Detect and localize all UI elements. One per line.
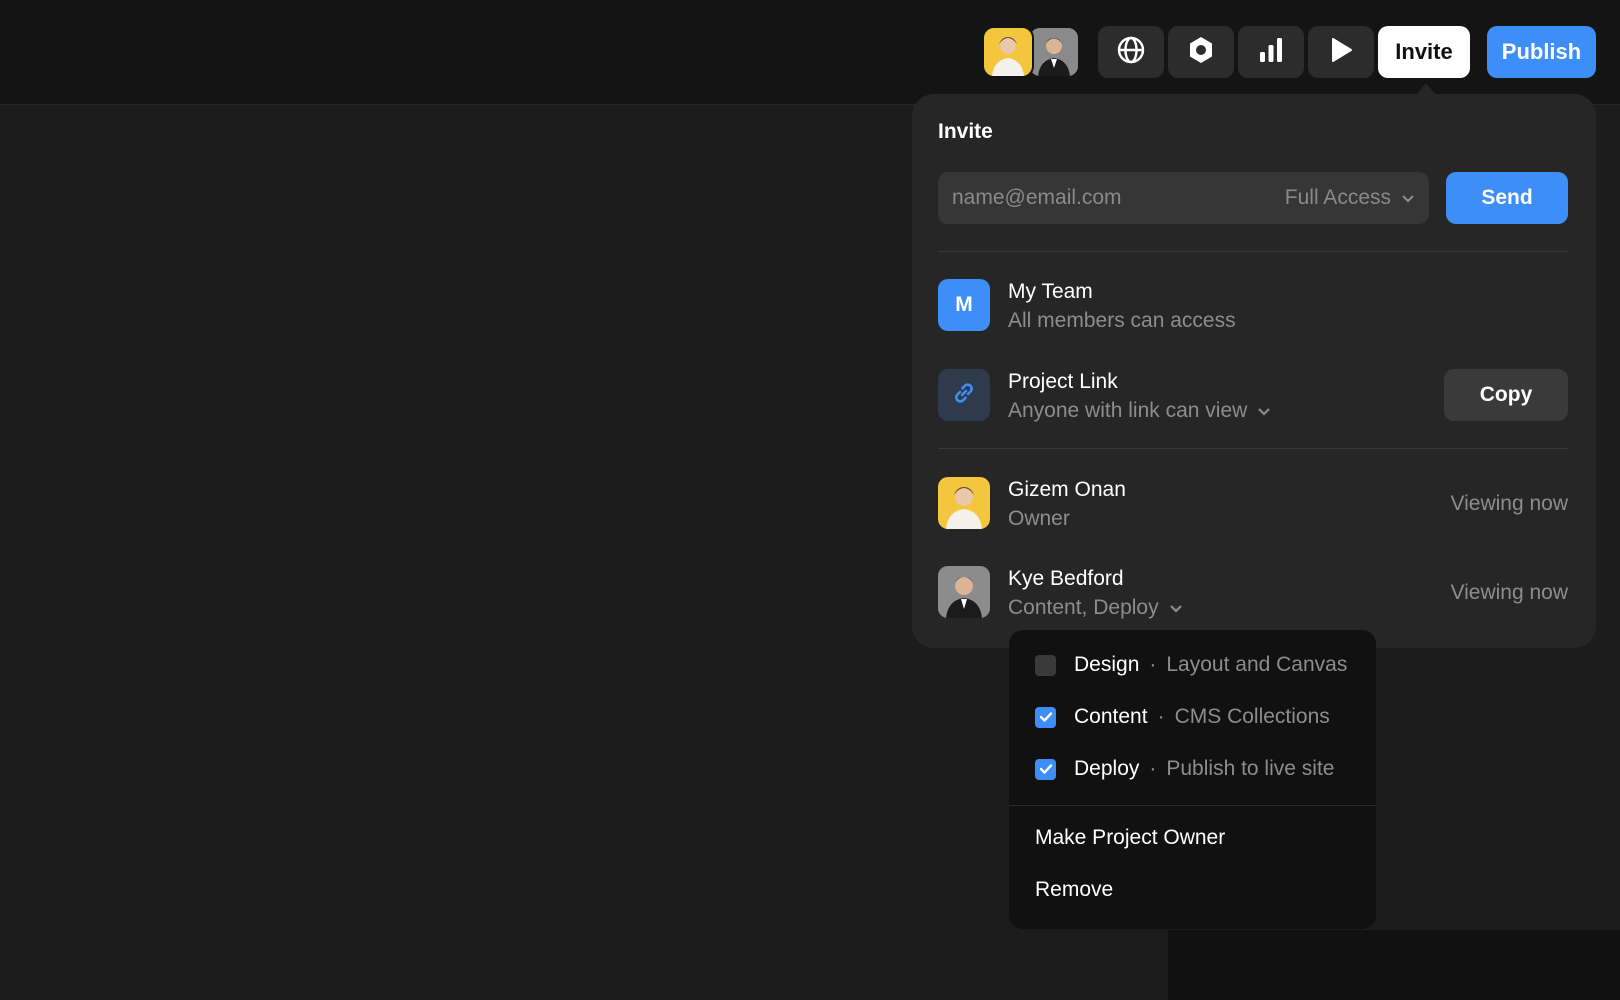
member-row: Kye Bedford Content, Deploy Viewing now [938,566,1568,620]
member-role: Owner [1008,507,1070,531]
avatar-gizem[interactable] [982,26,1034,78]
member-name: Gizem Onan [1008,478,1126,501]
team-avatar: M [938,279,990,331]
globe-button[interactable] [1098,26,1164,78]
link-permission-select[interactable]: Anyone with link can view [1008,399,1271,423]
team-description: All members can access [1008,309,1236,333]
access-level-select[interactable]: Full Access [1285,186,1415,210]
checkbox-checked[interactable] [1035,758,1056,780]
email-field[interactable] [952,186,1285,210]
popover-caret [1416,83,1436,95]
member-status: Viewing now [1450,492,1568,515]
team-row: M My Team All members can access [938,279,1568,333]
chevron-down-icon [1169,596,1183,620]
invite-input-group: Full Access [938,172,1429,224]
divider [938,251,1568,252]
member-status: Viewing now [1450,581,1568,604]
permission-separator: · [1157,705,1165,728]
background-panel [1168,930,1620,1000]
publish-button[interactable]: Publish [1487,26,1596,78]
link-permission-value: Anyone with link can view [1008,399,1248,422]
panel-title: Invite [938,120,993,143]
analytics-button[interactable] [1238,26,1304,78]
settings-button[interactable] [1168,26,1234,78]
member-role-select[interactable]: Content, Deploy [1008,596,1183,620]
member-role-text: Owner [1008,507,1070,530]
permission-label: Design [1074,653,1140,676]
permissions-menu: Design · Layout and Canvas Content · CMS… [1009,630,1376,929]
globe-icon [1116,35,1146,70]
access-level-value: Full Access [1284,186,1391,209]
send-button[interactable]: Send [1446,172,1568,224]
check-icon [1039,712,1052,722]
link-tile [938,369,990,421]
permission-label: Deploy [1074,757,1140,780]
project-link-row: Project Link Anyone with link can view C… [938,369,1568,423]
avatar [938,566,990,618]
check-icon [1039,764,1052,774]
permission-deploy[interactable]: Deploy · Publish to live site [1035,754,1334,784]
chevron-down-icon [1257,399,1271,423]
top-toolbar: Invite Publish [0,0,1620,105]
checkbox-unchecked[interactable] [1035,654,1056,676]
permission-content[interactable]: Content · CMS Collections [1035,702,1330,732]
copy-link-button[interactable]: Copy [1444,369,1568,421]
permission-label: Content [1074,705,1148,728]
settings-icon [1186,35,1216,70]
permission-design[interactable]: Design · Layout and Canvas [1035,650,1347,680]
project-link-name: Project Link [1008,370,1118,393]
checkbox-checked[interactable] [1035,706,1056,728]
preview-button[interactable] [1308,26,1374,78]
member-row: Gizem Onan Owner Viewing now [938,477,1568,531]
member-role-text: Content, Deploy [1008,596,1159,619]
invite-panel: Invite Full Access Send M My Team All me… [912,94,1596,648]
team-name: My Team [1008,280,1093,303]
member-name: Kye Bedford [1008,567,1124,590]
play-icon [1328,36,1354,69]
analytics-icon [1257,36,1285,69]
collaborator-avatars[interactable] [982,26,1080,78]
menu-divider [1009,805,1376,806]
permission-description: Publish to live site [1166,757,1335,780]
avatar-kye[interactable] [1028,26,1080,78]
team-description-text: All members can access [1008,309,1236,332]
chevron-down-icon [1401,186,1415,210]
permission-description: Layout and Canvas [1166,653,1348,676]
invite-button[interactable]: Invite [1378,26,1470,78]
remove-member-option[interactable]: Remove [1035,878,1113,902]
divider [938,448,1568,449]
permission-separator: · [1149,653,1157,676]
avatar [938,477,990,529]
permission-separator: · [1149,757,1157,780]
permission-description: CMS Collections [1174,705,1330,728]
make-owner-option[interactable]: Make Project Owner [1035,826,1225,850]
link-icon [951,380,977,411]
